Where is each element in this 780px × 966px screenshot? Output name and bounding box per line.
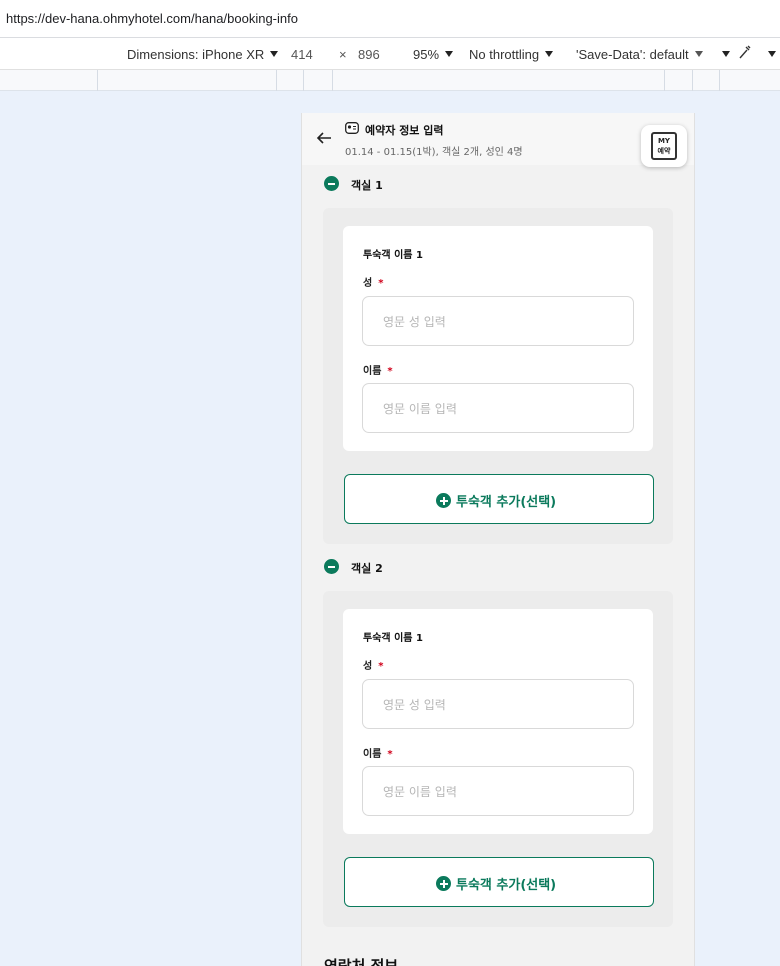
contact-info-heading: 연락처 정보 bbox=[324, 957, 399, 966]
guest-name-title: 투숙객 이름 1 bbox=[363, 633, 423, 644]
last-name-label-text: 성 bbox=[363, 661, 373, 672]
collapse-icon bbox=[324, 559, 339, 574]
chevron-down-icon bbox=[722, 51, 730, 57]
room-label: 객실 1 bbox=[351, 179, 383, 192]
room-label: 객실 2 bbox=[351, 562, 383, 575]
dimensions-select[interactable]: Dimensions: iPhone XR bbox=[127, 47, 279, 62]
save-data-select[interactable]: 'Save-Data': default bbox=[576, 47, 703, 62]
address-bar[interactable]: https://dev-hana.ohmyhotel.com/hana/book… bbox=[0, 0, 780, 38]
back-arrow-icon[interactable] bbox=[315, 129, 333, 147]
times-sign: × bbox=[339, 47, 347, 62]
eyedropper-icon[interactable] bbox=[738, 44, 752, 63]
last-name-label: 성 * bbox=[363, 274, 383, 289]
room-2-section: 투숙객 이름 1 성 * 영문 성 입력 이름 * 영문 이름 입력 투숙객 추가(… bbox=[323, 591, 673, 927]
first-name-input[interactable]: 영문 이름 입력 bbox=[362, 766, 634, 816]
dimensions-label: Dimensions: iPhone XR bbox=[127, 47, 265, 62]
ruler-mark bbox=[332, 70, 333, 91]
add-guest-label: 투숙객 추가(선택) bbox=[456, 878, 557, 893]
my-booking-button[interactable]: MY 예약 bbox=[641, 125, 687, 167]
add-guest-button[interactable]: 투숙객 추가(선택) bbox=[344, 474, 654, 524]
add-guest-label: 투숙객 추가(선택) bbox=[456, 495, 557, 510]
last-name-input[interactable]: 영문 성 입력 bbox=[362, 296, 634, 346]
ruler-mark bbox=[719, 70, 720, 91]
last-name-label: 성 * bbox=[363, 657, 383, 672]
mobile-screen: 예약자 정보 입력 01.14 - 01.15(1박), 객실 2개, 성인 4… bbox=[301, 113, 695, 966]
ruler-mark bbox=[664, 70, 665, 91]
my-booking-label-1: MY bbox=[657, 137, 671, 145]
ruler-mark bbox=[303, 70, 304, 91]
plus-circle-icon bbox=[436, 493, 451, 508]
more-caret[interactable] bbox=[762, 47, 776, 62]
required-mark: * bbox=[378, 278, 384, 289]
device-toolbar: Dimensions: iPhone XR 414 × 896 95% No t… bbox=[0, 38, 780, 70]
throttling-label: No throttling bbox=[469, 47, 540, 62]
required-mark: * bbox=[387, 749, 393, 760]
booking-summary: 01.14 - 01.15(1박), 객실 2개, 성인 4명 bbox=[345, 147, 523, 158]
save-data-label: 'Save-Data': default bbox=[576, 47, 689, 62]
page-header: 예약자 정보 입력 01.14 - 01.15(1박), 객실 2개, 성인 4… bbox=[302, 113, 694, 167]
url-text[interactable]: https://dev-hana.ohmyhotel.com/hana/book… bbox=[6, 11, 298, 26]
chevron-down-icon bbox=[694, 51, 703, 57]
guest-card: 투숙객 이름 1 성 * 영문 성 입력 이름 * 영문 이름 입력 bbox=[343, 226, 653, 451]
height-input[interactable]: 896 bbox=[358, 47, 380, 62]
last-name-input[interactable]: 영문 성 입력 bbox=[362, 679, 634, 729]
my-booking-label-2: 예약 bbox=[657, 147, 671, 155]
throttling-select[interactable]: No throttling bbox=[469, 47, 554, 62]
my-booking-icon: MY 예약 bbox=[651, 132, 677, 160]
media-query-ruler bbox=[0, 70, 780, 91]
first-name-input[interactable]: 영문 이름 입력 bbox=[362, 383, 634, 433]
chevron-down-icon bbox=[545, 51, 554, 57]
zoom-label: 95% bbox=[413, 47, 440, 62]
id-card-icon bbox=[345, 122, 359, 134]
chevron-down-icon bbox=[768, 51, 776, 57]
zoom-select[interactable]: 95% bbox=[413, 47, 454, 62]
required-mark: * bbox=[387, 366, 393, 377]
plus-circle-icon bbox=[436, 876, 451, 891]
page-title: 예약자 정보 입력 bbox=[365, 124, 444, 137]
width-input[interactable]: 414 bbox=[291, 47, 313, 62]
collapse-icon bbox=[324, 176, 339, 191]
room-1-section: 투숙객 이름 1 성 * 영문 성 입력 이름 * 영문 이름 입력 투숙객 추가(… bbox=[323, 208, 673, 544]
ruler-mark bbox=[276, 70, 277, 91]
guest-card: 투숙객 이름 1 성 * 영문 성 입력 이름 * 영문 이름 입력 bbox=[343, 609, 653, 834]
chevron-down-icon bbox=[445, 51, 454, 57]
more-options-caret[interactable] bbox=[716, 47, 730, 62]
first-name-label: 이름 * bbox=[363, 362, 393, 377]
add-guest-button[interactable]: 투숙객 추가(선택) bbox=[344, 857, 654, 907]
first-name-label-text: 이름 bbox=[363, 366, 382, 377]
first-name-label: 이름 * bbox=[363, 745, 393, 760]
required-mark: * bbox=[378, 661, 384, 672]
guest-name-title: 투숙객 이름 1 bbox=[363, 250, 423, 261]
last-name-label-text: 성 bbox=[363, 278, 373, 289]
chevron-down-icon bbox=[270, 51, 279, 57]
first-name-label-text: 이름 bbox=[363, 749, 382, 760]
ruler-mark bbox=[692, 70, 693, 91]
ruler-mark bbox=[97, 70, 98, 91]
